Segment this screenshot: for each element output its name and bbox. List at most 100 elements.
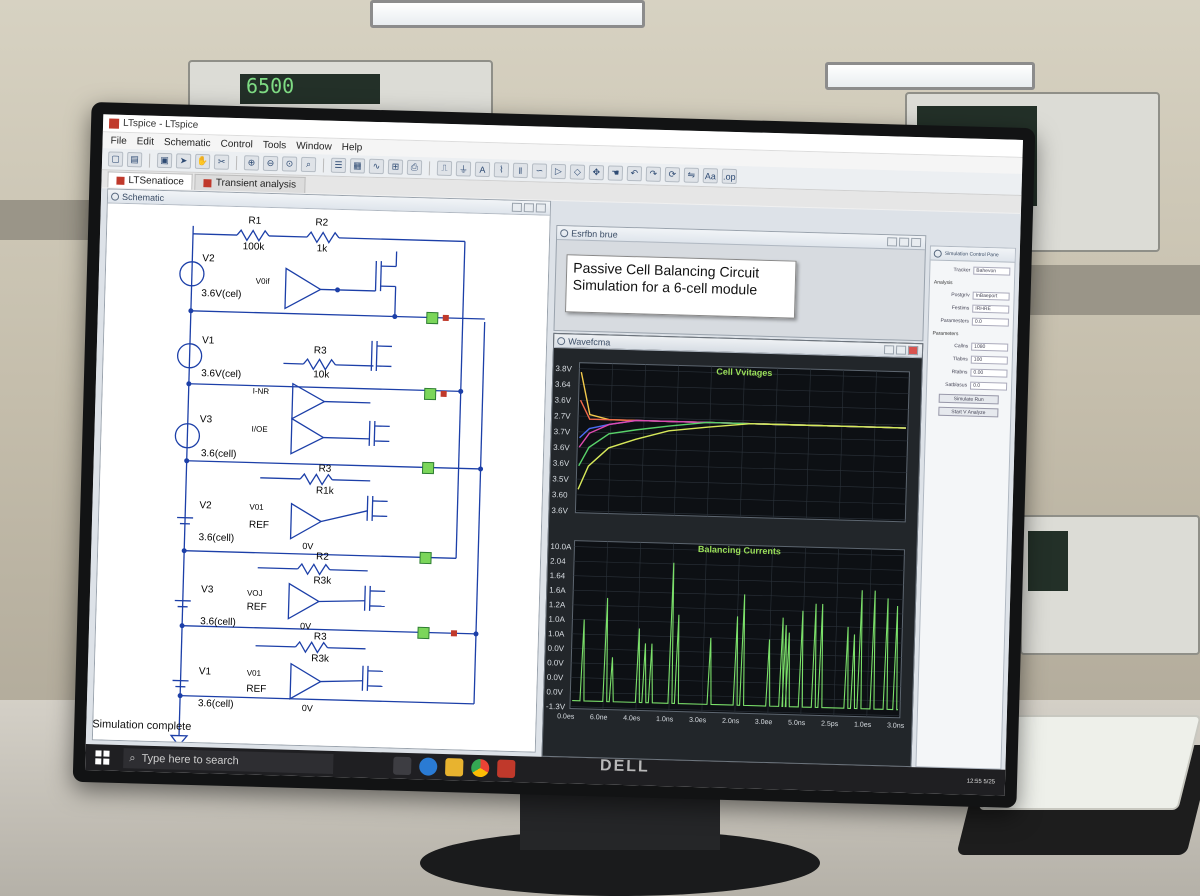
y-tick-label: 10.0A (550, 542, 572, 552)
plot-icon[interactable]: ▦ (349, 158, 366, 174)
zero-volt-label: 0V (302, 541, 313, 551)
tile-icon[interactable]: ☰ (330, 157, 347, 174)
maximize-button[interactable] (898, 237, 910, 247)
description-pane-title: Esrfbn brue (557, 226, 926, 251)
taskbar-apps (393, 756, 516, 779)
magnifier-icon (557, 337, 566, 346)
prop-value-field[interactable]: 100 (970, 355, 1008, 365)
save-icon[interactable]: ▣ (156, 152, 173, 169)
tab-transient-analysis[interactable]: Transient analysis (194, 173, 306, 193)
r3-value: 10k (313, 369, 330, 380)
menu-tools[interactable]: Tools (263, 139, 287, 151)
x-tick-label: 2.5ps (821, 721, 839, 728)
waveform-pane: Wavefcma 3.8V 3.64 3.6V 2.7V 3.7V 3.6V 3.6V 3.5… (541, 332, 924, 768)
menu-edit[interactable]: Edit (137, 136, 155, 147)
zoom-area-icon[interactable]: ⌕ (300, 156, 317, 173)
schematic-tab-icon (116, 176, 125, 185)
menu-control[interactable]: Control (220, 138, 253, 150)
windows-start-icon[interactable] (95, 750, 110, 765)
resistor-icon[interactable]: ⌇ (493, 162, 510, 178)
waveform-plot-area[interactable]: 3.8V 3.64 3.6V 2.7V 3.7V 3.6V 3.6V 3.5V 3.60 3.6V… (543, 348, 922, 766)
component-icon[interactable]: ◇ (569, 164, 586, 180)
ref-label: REF (246, 684, 266, 696)
close-button[interactable] (535, 203, 547, 213)
schematic-canvas[interactable]: R1 100k R2 1k R3 10k R3 R1k R2 R3k R3 R3… (92, 203, 550, 752)
label-icon[interactable]: A (474, 161, 491, 178)
simulation-control-pane: Simulation Control Pane Tracker Bahevon … (915, 245, 1016, 770)
cell-name: V1 (199, 666, 212, 677)
zoom-out-icon[interactable]: ⊖ (262, 155, 279, 172)
minimize-button[interactable] (886, 237, 898, 247)
section-analysis: Analysis (933, 279, 953, 287)
prop-row: Tlabns 100 (932, 355, 1008, 365)
minimize-button[interactable] (883, 345, 895, 355)
text-icon[interactable]: Aa (702, 168, 719, 184)
menu-help[interactable]: Help (342, 141, 363, 153)
undo-icon[interactable]: ↶ (626, 165, 643, 182)
diode-icon[interactable]: ▷ (550, 163, 567, 180)
prop-value-field[interactable]: InBaeport (972, 291, 1010, 301)
y-tick-label: -1.3V (546, 702, 566, 712)
prop-value-field[interactable]: 0.0 (971, 317, 1009, 327)
tab-schematic[interactable]: LTSenatioce (107, 171, 194, 190)
maximize-button[interactable] (895, 345, 907, 355)
zoom-fit-icon[interactable]: ⊙ (281, 156, 298, 172)
y-tick-label: 1.6A (549, 586, 566, 595)
open-folder-icon[interactable]: ▤ (126, 151, 143, 168)
prop-value-field[interactable]: Bahevon (973, 266, 1011, 276)
close-button[interactable] (907, 345, 919, 356)
prop-value-field[interactable]: 1080 (971, 342, 1009, 352)
redo-icon[interactable]: ↷ (645, 166, 662, 182)
start-analyze-button[interactable]: Start V Analyze (938, 406, 999, 418)
task-view-icon[interactable] (393, 756, 412, 776)
move-icon[interactable]: ✥ (588, 164, 605, 181)
prop-value-field[interactable]: 0.0 (969, 381, 1008, 391)
r3c-name: R3 (314, 631, 328, 642)
mirror-icon[interactable]: ⇋ (683, 167, 700, 183)
new-file-icon[interactable]: ▢ (107, 151, 124, 167)
y-tick-label: 3.60 (552, 490, 568, 499)
cell-value: 3.6(cell) (198, 698, 234, 710)
capacitor-icon[interactable]: ‖ (512, 162, 529, 179)
halt-icon[interactable]: ✋ (194, 153, 211, 170)
run-icon[interactable]: ➤ (175, 153, 192, 169)
inductor-icon[interactable]: ∽ (531, 163, 548, 179)
maximize-button[interactable] (523, 203, 535, 213)
spice-directive-icon[interactable]: .op (721, 168, 738, 184)
prop-row: Postgr/v InBaeport (934, 291, 1010, 301)
ground-icon[interactable]: ⏚ (455, 161, 472, 177)
print-icon[interactable]: ⎙ (406, 159, 423, 176)
cell-value: 3.6V(cel) (201, 368, 241, 380)
taskbar-search-input[interactable]: ⌕ Type here to search (123, 748, 334, 774)
y-tick-label: 0.0V (547, 673, 564, 682)
x-tick-label: 6.0ne (590, 714, 608, 721)
multimeter-display: 6500 (240, 74, 380, 104)
r3b-value: R1k (316, 485, 335, 497)
chrome-browser-icon[interactable] (470, 758, 490, 778)
prop-value-field[interactable]: 0.00 (970, 368, 1008, 378)
grid-icon[interactable]: ⊞ (387, 159, 404, 175)
window-buttons (511, 202, 547, 213)
y-tick-label: 3.6V (553, 459, 570, 468)
minimize-button[interactable] (511, 202, 523, 213)
rotate-icon[interactable]: ⟳ (664, 166, 681, 183)
menu-file[interactable]: File (110, 135, 126, 146)
menu-window[interactable]: Window (296, 140, 332, 152)
simulate-run-button[interactable]: Simulate Run (938, 393, 999, 405)
description-comment-box[interactable]: Passive Cell Balancing Circuit Simulatio… (564, 254, 797, 319)
tab-label: LTSenatioce (128, 175, 185, 188)
schematic-pane: Schematic R1 100k R2 1k R3 10k R3 R1k R2… (91, 188, 552, 753)
file-explorer-icon[interactable] (444, 758, 464, 777)
prop-value-field[interactable]: IRHRE (972, 304, 1010, 314)
drag-icon[interactable]: ☚ (607, 165, 624, 181)
ltspice-taskbar-icon[interactable] (496, 759, 516, 779)
edge-browser-icon[interactable] (419, 757, 438, 776)
x-tick-label: 3.0ee (755, 719, 773, 726)
cut-icon[interactable]: ✂ (213, 154, 230, 170)
screen: LTspice - LTspice File Edit Schematic Co… (85, 114, 1023, 796)
zoom-in-icon[interactable]: ⊕ (243, 155, 260, 171)
wire-icon[interactable]: ⎍ (436, 160, 453, 177)
menu-schematic[interactable]: Schematic (164, 136, 211, 148)
waveform-icon[interactable]: ∿ (368, 158, 385, 175)
close-button[interactable] (910, 237, 922, 248)
